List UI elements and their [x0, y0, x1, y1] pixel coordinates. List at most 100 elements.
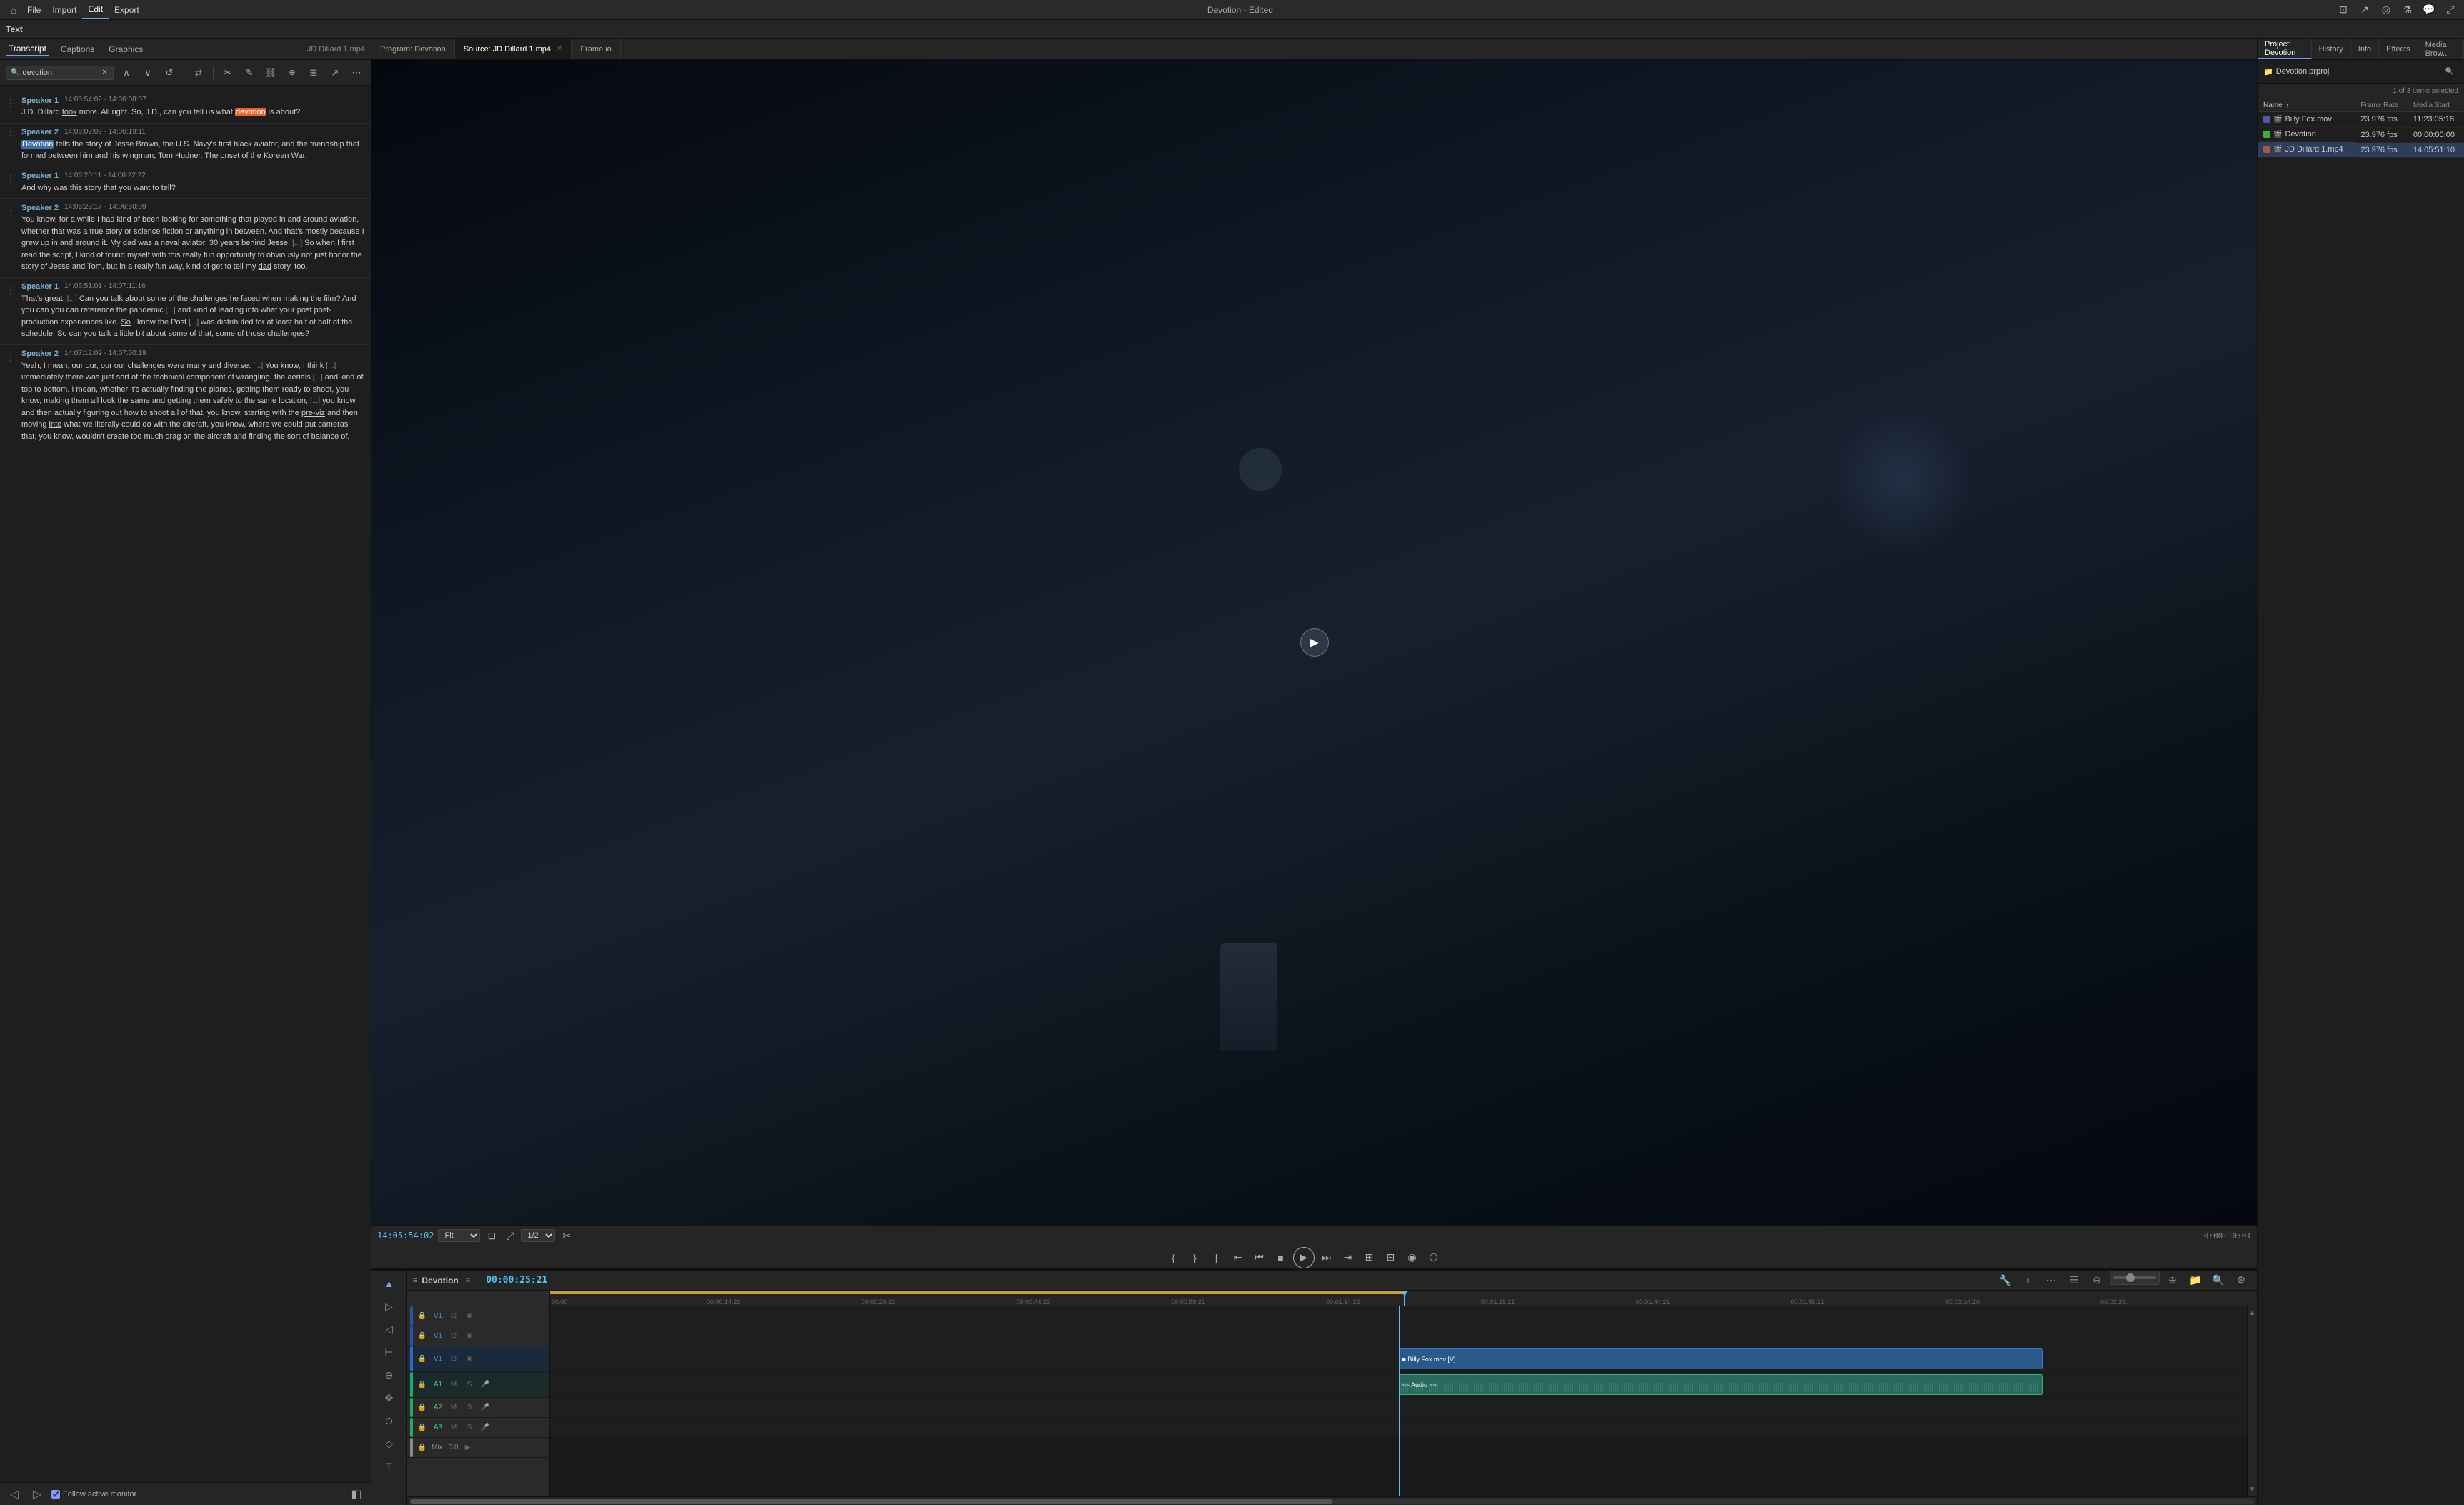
- tl-settings-btn[interactable]: ⚙: [2231, 1271, 2251, 1291]
- prev-mark-button[interactable]: ◁: [6, 1486, 23, 1503]
- track-sync-v1-2[interactable]: ⊡: [447, 1330, 460, 1343]
- menu-item-export[interactable]: Export: [109, 0, 145, 19]
- next-mark-button[interactable]: ▷: [29, 1486, 46, 1503]
- right-tab-mediabrow[interactable]: Media Brow...: [2418, 39, 2464, 59]
- track-eye-v1-2[interactable]: V1: [432, 1330, 444, 1343]
- track-eye-a3[interactable]: A3: [432, 1421, 444, 1434]
- col-name-header[interactable]: Name ↑: [2258, 99, 2355, 112]
- track-mix-control[interactable]: ▶: [461, 1441, 474, 1454]
- tool-back[interactable]: ◁: [379, 1319, 399, 1339]
- menu-item-edit[interactable]: Edit: [82, 0, 109, 19]
- track-lock-a2[interactable]: 🔒: [416, 1401, 429, 1414]
- tl-add-track-btn[interactable]: +: [2018, 1271, 2038, 1291]
- clip-audio-a1[interactable]: ~~ Audio ~~: [1399, 1374, 2044, 1395]
- timeline-bottom-scrollbar[interactable]: [407, 1496, 2257, 1505]
- track-sync-v1-main[interactable]: ⊡: [447, 1353, 460, 1366]
- tl-list-btn[interactable]: ☰: [2064, 1271, 2084, 1291]
- timeline-scrollbar-thumb[interactable]: [410, 1499, 1332, 1504]
- tab-frameio[interactable]: Frame.io: [572, 39, 620, 59]
- track-vol-v1-2[interactable]: ◉: [463, 1330, 476, 1343]
- tl-folder-btn[interactable]: 📁: [2185, 1271, 2205, 1291]
- timeline-right-scrollbar[interactable]: ▲ ▼: [2247, 1306, 2257, 1496]
- right-tab-effects[interactable]: Effects: [2379, 39, 2418, 59]
- add-button[interactable]: +: [1446, 1248, 1465, 1267]
- trim-ctrl-btn[interactable]: ✂: [559, 1228, 574, 1243]
- merge-button[interactable]: ⊞: [305, 64, 322, 81]
- tool-forward[interactable]: ▷: [379, 1296, 399, 1316]
- entry-menu-3[interactable]: [6, 173, 16, 194]
- track-lock-a3[interactable]: 🔒: [416, 1421, 429, 1434]
- clip-billy-fox-v[interactable]: ■ Billy Fox.mov [V]: [1399, 1348, 2044, 1369]
- track-lock-v1-top[interactable]: 🔒: [416, 1310, 429, 1323]
- headphone-icon[interactable]: ◎: [2378, 2, 2394, 18]
- nav-up-button[interactable]: ∧: [118, 64, 135, 81]
- play-button[interactable]: ▶: [1293, 1247, 1315, 1268]
- right-tab-project[interactable]: Project: Devotion: [2258, 39, 2312, 59]
- go-to-out-button[interactable]: ⇥: [1339, 1248, 1357, 1267]
- col-mediastart-header[interactable]: Media Start: [2408, 99, 2464, 112]
- fit-select[interactable]: Fit 25% 50% 100%: [438, 1229, 480, 1242]
- project-search-btn[interactable]: 🔍: [2441, 63, 2458, 80]
- track-m-a2[interactable]: M: [447, 1401, 460, 1414]
- col-framerate-header[interactable]: Frame Rate: [2355, 99, 2407, 112]
- expand-icon[interactable]: ⤢: [2443, 2, 2458, 18]
- ruler-area[interactable]: 00:00 00:00:14:23 00:00:29:23 00:00:44:2…: [550, 1291, 2257, 1306]
- tl-zoom-in-btn[interactable]: ⊕: [2163, 1271, 2183, 1291]
- file-row-jd-dillard[interactable]: 🎬 JD Dillard 1.mp4 23.976 fps 14:05:51:1…: [2258, 142, 2464, 157]
- scissors-button[interactable]: ✂: [219, 64, 236, 81]
- tab-graphics[interactable]: Graphics: [106, 43, 146, 56]
- go-to-in-button[interactable]: ⇤: [1229, 1248, 1247, 1267]
- tool-select[interactable]: ▲: [379, 1273, 399, 1293]
- video-play-overlay[interactable]: ▶: [1300, 628, 1329, 657]
- sequence-menu-icon[interactable]: ≡: [466, 1276, 470, 1285]
- menu-item-import[interactable]: Import: [46, 0, 82, 19]
- refresh-button[interactable]: ↺: [161, 64, 178, 81]
- export-frame-button[interactable]: ⬡: [1425, 1248, 1443, 1267]
- file-row-billy-fox[interactable]: 🎬 Billy Fox.mov 23.976 fps 11:23:05:18: [2258, 112, 2464, 128]
- search-input[interactable]: [22, 69, 98, 77]
- mark-out-button[interactable]: }: [1186, 1248, 1204, 1267]
- step-forward-button[interactable]: ⏭: [1317, 1248, 1336, 1267]
- export-button[interactable]: ↗: [326, 64, 344, 81]
- track-m-a3[interactable]: M: [447, 1421, 460, 1434]
- tl-zoom-out-btn[interactable]: ⊖: [2087, 1271, 2107, 1291]
- tab-source[interactable]: Source: JD Dillard 1.mp4 ✕: [455, 39, 572, 59]
- track-s-a3[interactable]: S: [463, 1421, 476, 1434]
- nav-down-button[interactable]: ∨: [139, 64, 156, 81]
- zoom-slider[interactable]: [2113, 1276, 2156, 1279]
- track-eye-a2[interactable]: A2: [432, 1401, 444, 1414]
- track-mic-a2[interactable]: 🎤: [479, 1401, 492, 1414]
- zoom-handle[interactable]: [2126, 1273, 2135, 1282]
- entry-menu-2[interactable]: [6, 129, 16, 162]
- tab-program[interactable]: Program: Devotion: [371, 39, 455, 59]
- mark-clip-button[interactable]: |: [1207, 1248, 1226, 1267]
- share-icon[interactable]: ↗: [2357, 2, 2373, 18]
- tool-pan[interactable]: ✥: [379, 1388, 399, 1408]
- track-eye-a1[interactable]: A1: [432, 1379, 444, 1391]
- expand-ctrl-btn[interactable]: ⤢: [503, 1228, 517, 1243]
- tl-wrench-btn[interactable]: 🔧: [1995, 1271, 2015, 1291]
- track-lock-a1[interactable]: 🔒: [416, 1379, 429, 1391]
- flask-icon[interactable]: ⚗: [2400, 2, 2415, 18]
- track-mic-a1[interactable]: 🎤: [479, 1379, 492, 1391]
- tab-transcript[interactable]: Transcript: [6, 42, 49, 56]
- align-button[interactable]: ⇄: [190, 64, 207, 81]
- overwrite-button[interactable]: ⊟: [1382, 1248, 1400, 1267]
- entry-menu-6[interactable]: [6, 351, 16, 443]
- tool-marker[interactable]: ◇: [379, 1434, 399, 1454]
- track-eye-v1-top[interactable]: V1: [432, 1310, 444, 1323]
- camera-button[interactable]: ◉: [1403, 1248, 1422, 1267]
- track-m-a1[interactable]: M: [447, 1379, 460, 1391]
- entry-menu-1[interactable]: [6, 97, 16, 119]
- add-segment-button[interactable]: ⊕: [284, 64, 301, 81]
- track-s-a2[interactable]: S: [463, 1401, 476, 1414]
- clear-search-button[interactable]: ✕: [101, 68, 109, 78]
- mark-in-button[interactable]: {: [1164, 1248, 1183, 1267]
- tool-magnet[interactable]: ⊙: [379, 1411, 399, 1431]
- timeline-zoom-bar[interactable]: [2110, 1271, 2160, 1285]
- tool-zoom[interactable]: ⊕: [379, 1365, 399, 1385]
- screen-icon[interactable]: ⊡: [2335, 2, 2351, 18]
- chain-button[interactable]: ⛓: [262, 64, 279, 81]
- follow-monitor-checkbox[interactable]: [51, 1490, 60, 1499]
- menu-item-file[interactable]: File: [21, 0, 46, 19]
